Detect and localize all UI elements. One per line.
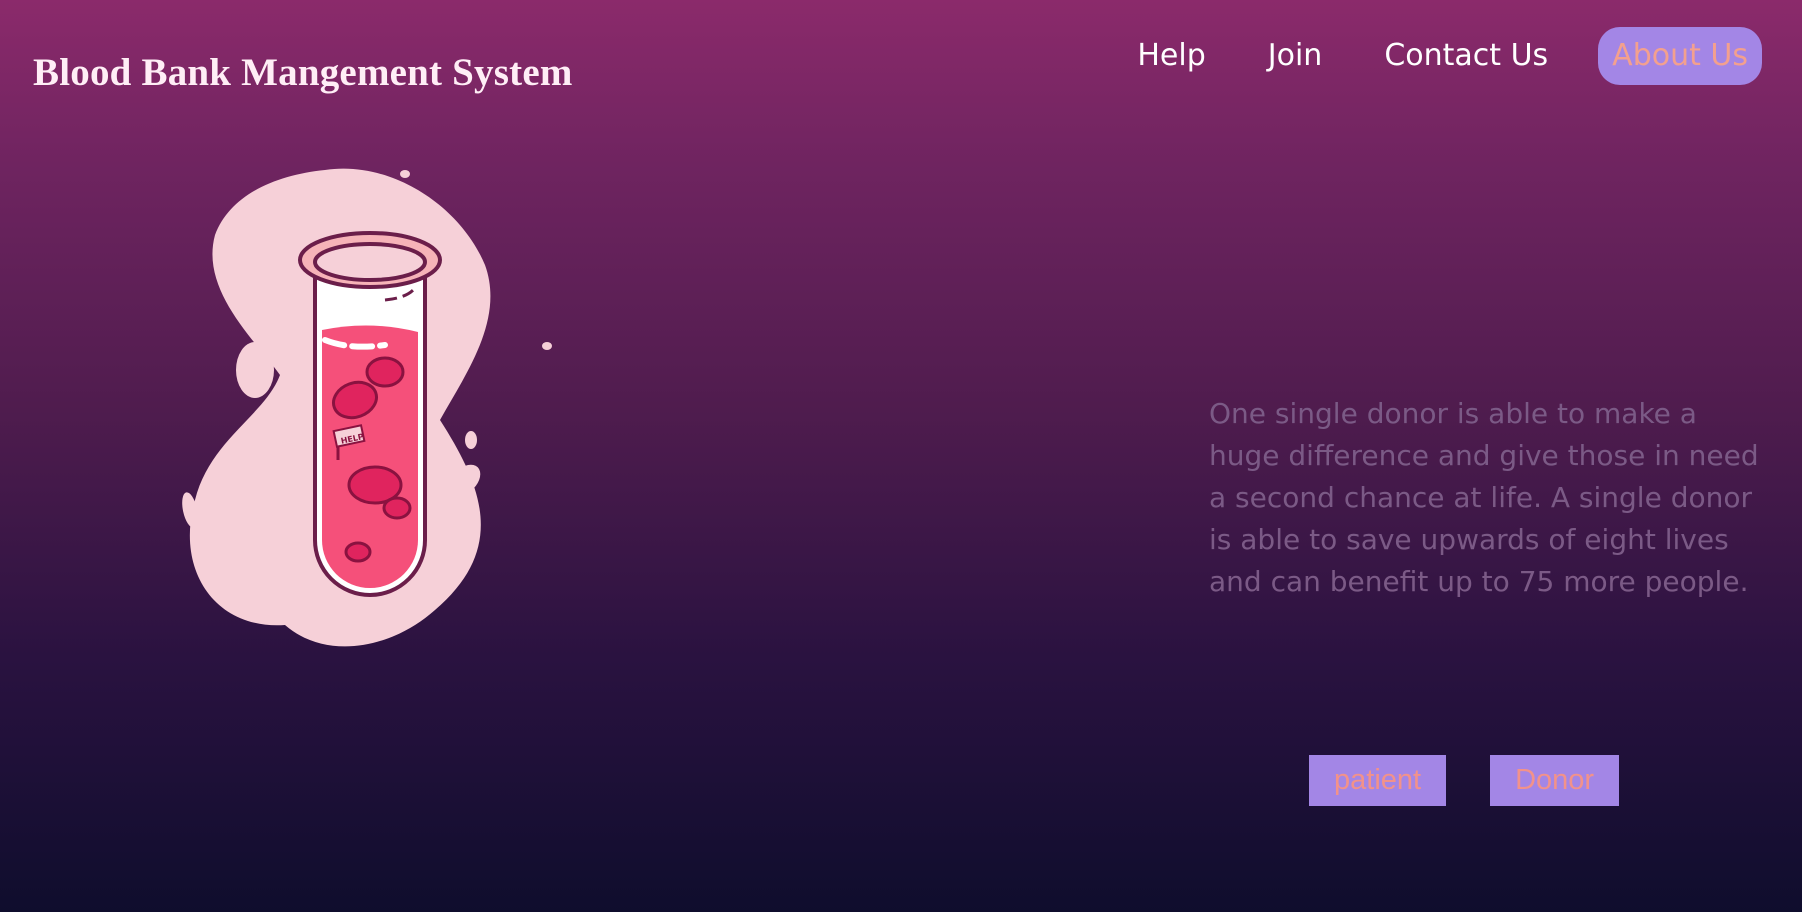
- blood-test-tube-icon: HELP: [182, 168, 552, 647]
- splash-dot: [400, 170, 410, 178]
- splash-dot: [465, 431, 477, 449]
- nav-about-us-link[interactable]: About Us: [1598, 27, 1762, 85]
- hero-illustration: HELP: [175, 160, 575, 680]
- donor-button[interactable]: Donor: [1490, 755, 1620, 806]
- nav-contact-us-link[interactable]: Contact Us: [1384, 27, 1548, 85]
- nav-join-link[interactable]: Join: [1268, 27, 1323, 85]
- splash-dot: [236, 342, 274, 398]
- test-tube: HELP: [298, 231, 442, 597]
- site-title: Blood Bank Mangement System: [33, 51, 573, 94]
- patient-button[interactable]: patient: [1309, 755, 1447, 806]
- nav-help-link[interactable]: Help: [1137, 27, 1205, 85]
- splash-dot: [542, 342, 552, 350]
- top-nav: Help Join Contact Us About Us: [1137, 27, 1762, 85]
- blood-cell: [365, 356, 405, 388]
- role-buttons: patient Donor: [1309, 755, 1620, 806]
- blood-cell: [382, 496, 412, 520]
- blood-cell: [344, 541, 372, 563]
- hero-tagline: One single donor is able to make a huge …: [1209, 397, 1759, 598]
